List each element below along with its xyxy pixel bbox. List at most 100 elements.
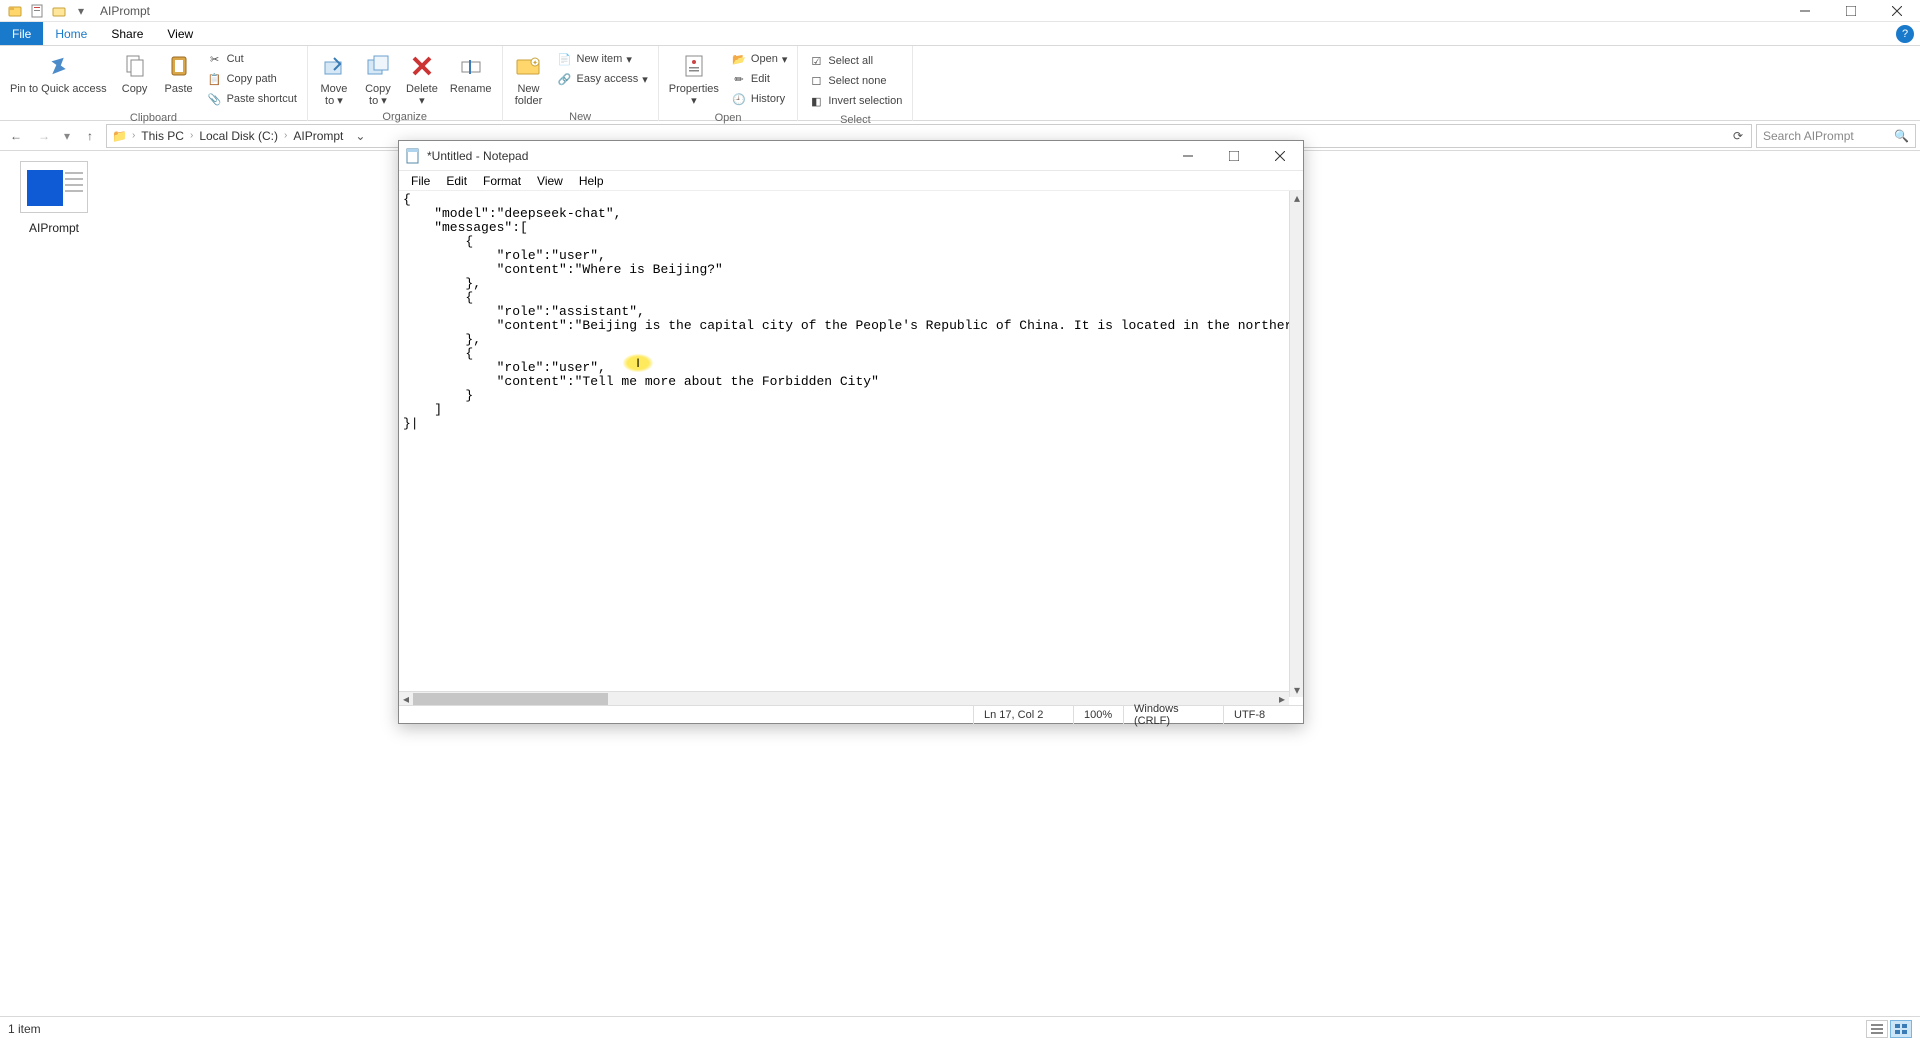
- help-button[interactable]: ?: [1896, 25, 1914, 43]
- np-close-button[interactable]: [1257, 141, 1303, 171]
- rename-label: Rename: [450, 83, 492, 95]
- np-menu-file[interactable]: File: [405, 174, 436, 188]
- copy-label: Copy: [122, 83, 148, 95]
- np-status-pos: Ln 17, Col 2: [973, 706, 1073, 724]
- svg-text:✦: ✦: [532, 59, 538, 67]
- back-button[interactable]: ←: [4, 124, 28, 148]
- copypath-icon: 📋: [207, 71, 223, 87]
- notepad-textarea[interactable]: { "model":"deepseek-chat", "messages":[ …: [399, 191, 1289, 697]
- close-button[interactable]: [1874, 0, 1920, 22]
- properties-button[interactable]: Properties▾: [663, 48, 725, 109]
- file-name-label: AIPrompt: [14, 217, 94, 235]
- recent-dropdown[interactable]: ▾: [60, 124, 74, 148]
- search-icon: 🔍: [1894, 129, 1909, 143]
- paste-button[interactable]: Paste: [157, 48, 201, 97]
- invert-button[interactable]: ◧Invert selection: [806, 92, 904, 110]
- edit-button[interactable]: ✏Edit: [729, 70, 789, 88]
- qat-properties-icon[interactable]: [28, 3, 46, 19]
- crumb-folder[interactable]: AIPrompt: [289, 129, 347, 143]
- search-placeholder: Search AIPrompt: [1763, 129, 1854, 143]
- scroll-right-icon[interactable]: ▸: [1275, 692, 1289, 706]
- qat-dropdown-icon[interactable]: ▾: [72, 3, 90, 19]
- easyaccess-button[interactable]: 🔗Easy access ▾: [555, 70, 650, 88]
- open-icon: 📂: [731, 51, 747, 67]
- scroll-down-icon[interactable]: ▾: [1290, 683, 1304, 697]
- notepad-menu: File Edit Format View Help: [399, 171, 1303, 191]
- edit-icon: ✏: [731, 71, 747, 87]
- np-menu-view[interactable]: View: [531, 174, 569, 188]
- cut-button[interactable]: ✂Cut: [205, 50, 299, 68]
- delete-label: Delete▾: [406, 83, 438, 107]
- history-icon: 🕘: [731, 91, 747, 107]
- explorer-titlebar: ▾ AIPrompt: [0, 0, 1920, 22]
- np-vscrollbar[interactable]: ▴ ▾: [1289, 191, 1303, 697]
- rename-button[interactable]: Rename: [444, 48, 498, 97]
- tab-view[interactable]: View: [155, 22, 205, 45]
- open-button[interactable]: 📂Open ▾: [729, 50, 789, 68]
- paste-label: Paste: [165, 83, 193, 95]
- crumb-c[interactable]: Local Disk (C:): [195, 129, 282, 143]
- scroll-left-icon[interactable]: ◂: [399, 692, 413, 706]
- refresh-button[interactable]: ⟳: [1727, 129, 1749, 143]
- notepad-icon: [405, 148, 421, 164]
- folder-icon: 📁: [109, 129, 130, 143]
- np-status-enc: UTF-8: [1223, 706, 1303, 724]
- notepad-titlebar[interactable]: *Untitled - Notepad: [399, 141, 1303, 171]
- search-input[interactable]: Search AIPrompt 🔍: [1756, 124, 1916, 148]
- copy-button[interactable]: Copy: [113, 48, 157, 97]
- addr-dropdown[interactable]: ⌄: [349, 129, 371, 143]
- notepad-window: *Untitled - Notepad File Edit Format Vie…: [398, 140, 1304, 724]
- status-count: 1 item: [8, 1022, 41, 1036]
- selectnone-button[interactable]: ☐Select none: [806, 72, 904, 90]
- scroll-up-icon[interactable]: ▴: [1290, 191, 1304, 205]
- pasteshortcut-button[interactable]: 📎Paste shortcut: [205, 90, 299, 108]
- copyto-label: Copyto ▾: [365, 83, 391, 107]
- ribbon: Pin to Quick access Copy Paste ✂Cut 📋Cop…: [0, 46, 1920, 121]
- np-status-eol: Windows (CRLF): [1123, 706, 1223, 724]
- np-menu-format[interactable]: Format: [477, 174, 527, 188]
- easyaccess-icon: 🔗: [557, 71, 573, 87]
- invert-icon: ◧: [808, 93, 824, 109]
- forward-button[interactable]: →: [32, 124, 56, 148]
- copyto-button[interactable]: Copyto ▾: [356, 48, 400, 109]
- shortcut-icon: 📎: [207, 91, 223, 107]
- history-button[interactable]: 🕘History: [729, 90, 789, 108]
- file-item[interactable]: AIPrompt: [14, 161, 94, 235]
- properties-label: Properties▾: [669, 83, 719, 107]
- up-button[interactable]: ↑: [78, 124, 102, 148]
- tab-file[interactable]: File: [0, 22, 43, 45]
- notepad-title: *Untitled - Notepad: [427, 149, 528, 163]
- np-minimize-button[interactable]: [1165, 141, 1211, 171]
- moveto-button[interactable]: Moveto ▾: [312, 48, 356, 109]
- maximize-button[interactable]: [1828, 0, 1874, 22]
- newfolder-button[interactable]: ✦ Newfolder: [507, 48, 551, 109]
- newfolder-label: Newfolder: [515, 83, 543, 107]
- pin-label: Pin to Quick access: [10, 83, 107, 95]
- crumb-thispc[interactable]: This PC: [137, 129, 188, 143]
- moveto-label: Moveto ▾: [320, 83, 347, 107]
- file-thumb: [20, 161, 88, 213]
- newitem-icon: 📄: [557, 51, 573, 67]
- np-menu-edit[interactable]: Edit: [440, 174, 473, 188]
- minimize-button[interactable]: [1782, 0, 1828, 22]
- selectall-button[interactable]: ☑Select all: [806, 52, 904, 70]
- selectnone-icon: ☐: [808, 73, 824, 89]
- delete-button[interactable]: Delete▾: [400, 48, 444, 109]
- app-icon: [6, 3, 24, 19]
- np-maximize-button[interactable]: [1211, 141, 1257, 171]
- hscroll-thumb[interactable]: [413, 693, 608, 705]
- icons-view-button[interactable]: [1890, 1020, 1912, 1038]
- np-status-zoom: 100%: [1073, 706, 1123, 724]
- scissors-icon: ✂: [207, 51, 223, 67]
- notepad-statusbar: Ln 17, Col 2 100% Windows (CRLF) UTF-8: [399, 705, 1303, 723]
- tab-home[interactable]: Home: [43, 22, 99, 45]
- np-menu-help[interactable]: Help: [573, 174, 610, 188]
- tab-share[interactable]: Share: [99, 22, 155, 45]
- qat-newfolder-icon[interactable]: [50, 3, 68, 19]
- details-view-button[interactable]: [1866, 1020, 1888, 1038]
- copypath-button[interactable]: 📋Copy path: [205, 70, 299, 88]
- selectall-icon: ☑: [808, 53, 824, 69]
- newitem-button[interactable]: 📄New item ▾: [555, 50, 650, 68]
- pin-quickaccess-button[interactable]: Pin to Quick access: [4, 48, 113, 97]
- notepad-text: { "model":"deepseek-chat", "messages":[ …: [399, 191, 1289, 433]
